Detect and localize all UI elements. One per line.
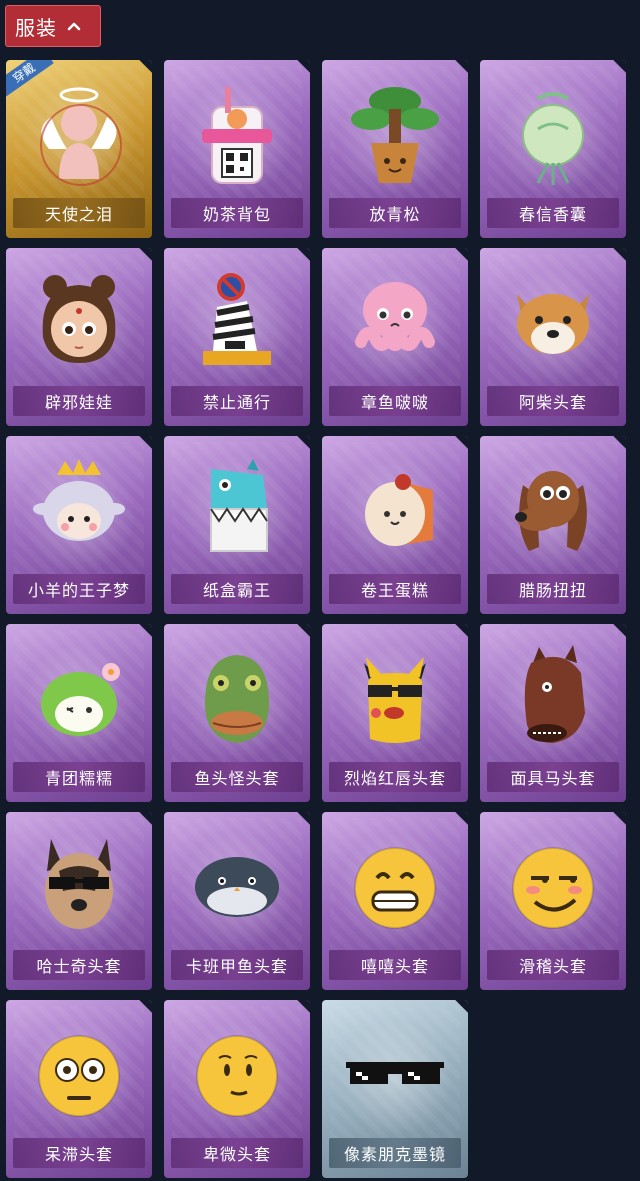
outfit-card[interactable]: 像素朋克墨镜: [322, 1000, 468, 1178]
outfit-card[interactable]: 面具马头套: [480, 624, 626, 802]
card-label-bar: 呆滞头套: [13, 1138, 145, 1168]
card-label-bar: 卷王蛋糕: [329, 574, 461, 604]
card-label: 奶茶背包: [202, 205, 271, 224]
card-label: 春信香囊: [518, 205, 587, 224]
outfit-card[interactable]: 鱼头怪头套: [164, 624, 310, 802]
card-label: 面具马头套: [510, 769, 596, 788]
outfit-card[interactable]: 小羊的王子梦: [6, 436, 152, 614]
fish-head-icon: [164, 638, 310, 758]
card-label-bar: 放青松: [329, 198, 461, 228]
chevron-up-icon: [67, 22, 81, 31]
card-label: 像素朋克墨镜: [343, 1145, 446, 1164]
card-label: 卷王蛋糕: [360, 581, 429, 600]
outfit-card[interactable]: 腊肠扭扭: [480, 436, 626, 614]
card-label-bar: 青团糯糯: [13, 762, 145, 792]
milk-tea-backpack-icon: [164, 74, 310, 194]
card-label: 哈士奇头套: [36, 957, 122, 976]
outfit-card[interactable]: 哈士奇头套: [6, 812, 152, 990]
card-label: 滑稽头套: [518, 957, 587, 976]
pixel-sunglasses-icon: [322, 1014, 468, 1134]
card-label: 阿柴头套: [518, 393, 587, 412]
card-label: 小羊的王子梦: [27, 581, 130, 600]
card-label: 嘻嘻头套: [360, 957, 429, 976]
outfit-card[interactable]: 禁止通行: [164, 248, 310, 426]
card-label: 纸盒霸王: [202, 581, 271, 600]
outfit-grid: 天使之泪 穿戴 奶茶背包 放青松 春信香囊 辟邪娃娃 禁止通行 章鱼啵啵 阿柴头…: [6, 60, 628, 1180]
card-label-bar: 天使之泪: [13, 198, 145, 228]
outfit-card[interactable]: 阿柴头套: [480, 248, 626, 426]
card-label: 腊肠扭扭: [518, 581, 587, 600]
stare-emoji-icon: [6, 1014, 152, 1134]
card-label: 天使之泪: [44, 205, 113, 224]
card-label: 烈焰红唇头套: [343, 769, 446, 788]
outfit-card[interactable]: 春信香囊: [480, 60, 626, 238]
card-label-bar: 滑稽头套: [487, 950, 619, 980]
card-label-bar: 面具马头套: [487, 762, 619, 792]
traffic-barrier-icon: [164, 262, 310, 382]
card-label-bar: 腊肠扭扭: [487, 574, 619, 604]
card-label-bar: 春信香囊: [487, 198, 619, 228]
card-label: 卡班甲鱼头套: [185, 957, 288, 976]
fish-blob-icon: [164, 826, 310, 946]
outfit-card[interactable]: 嘻嘻头套: [322, 812, 468, 990]
outfit-card[interactable]: 卷王蛋糕: [322, 436, 468, 614]
humble-emoji-icon: [164, 1014, 310, 1134]
card-label: 放青松: [369, 205, 421, 224]
outfit-card[interactable]: 滑稽头套: [480, 812, 626, 990]
outfit-card[interactable]: 纸盒霸王: [164, 436, 310, 614]
card-label-bar: 禁止通行: [171, 386, 303, 416]
outfit-card[interactable]: 章鱼啵啵: [322, 248, 468, 426]
dachshund-icon: [480, 450, 626, 570]
outfit-card[interactable]: 天使之泪 穿戴: [6, 60, 152, 238]
outfit-card[interactable]: 烈焰红唇头套: [322, 624, 468, 802]
section-header-outfits[interactable]: 服装: [5, 5, 101, 47]
green-dumpling-icon: [6, 638, 152, 758]
octopus-icon: [322, 262, 468, 382]
card-label-bar: 章鱼啵啵: [329, 386, 461, 416]
card-label: 辟邪娃娃: [44, 393, 113, 412]
card-label-bar: 鱼头怪头套: [171, 762, 303, 792]
card-label: 青团糯糯: [44, 769, 113, 788]
card-label: 鱼头怪头套: [194, 769, 280, 788]
sheep-prince-icon: [6, 450, 152, 570]
card-label-bar: 哈士奇头套: [13, 950, 145, 980]
card-label: 呆滞头套: [44, 1145, 113, 1164]
card-label-bar: 纸盒霸王: [171, 574, 303, 604]
shiba-head-icon: [480, 262, 626, 382]
outfit-card[interactable]: 卡班甲鱼头套: [164, 812, 310, 990]
outfit-card[interactable]: 辟邪娃娃: [6, 248, 152, 426]
card-label: 禁止通行: [202, 393, 271, 412]
outfit-card[interactable]: 卑微头套: [164, 1000, 310, 1178]
outfit-card[interactable]: 奶茶背包: [164, 60, 310, 238]
cardboard-dino-icon: [164, 450, 310, 570]
outfit-card[interactable]: 放青松: [322, 60, 468, 238]
doll-icon: [6, 262, 152, 382]
card-label-bar: 辟邪娃娃: [13, 386, 145, 416]
card-label-bar: 卑微头套: [171, 1138, 303, 1168]
card-label-bar: 烈焰红唇头套: [329, 762, 461, 792]
card-label-bar: 阿柴头套: [487, 386, 619, 416]
pikachu-lips-icon: [322, 638, 468, 758]
outfit-card[interactable]: 呆滞头套: [6, 1000, 152, 1178]
pine-bonsai-icon: [322, 74, 468, 194]
smirk-emoji-icon: [480, 826, 626, 946]
swiss-roll-icon: [322, 450, 468, 570]
section-title: 服装: [15, 15, 57, 40]
angel-icon: [6, 74, 152, 194]
grin-emoji-icon: [322, 826, 468, 946]
sachet-icon: [480, 74, 626, 194]
card-label-bar: 奶茶背包: [171, 198, 303, 228]
horse-head-icon: [480, 638, 626, 758]
card-label-bar: 小羊的王子梦: [13, 574, 145, 604]
card-label: 卑微头套: [202, 1145, 271, 1164]
card-label: 章鱼啵啵: [360, 393, 429, 412]
card-label-bar: 像素朋克墨镜: [329, 1138, 461, 1168]
card-label-bar: 嘻嘻头套: [329, 950, 461, 980]
card-label-bar: 卡班甲鱼头套: [171, 950, 303, 980]
husky-head-icon: [6, 826, 152, 946]
outfit-card[interactable]: 青团糯糯: [6, 624, 152, 802]
